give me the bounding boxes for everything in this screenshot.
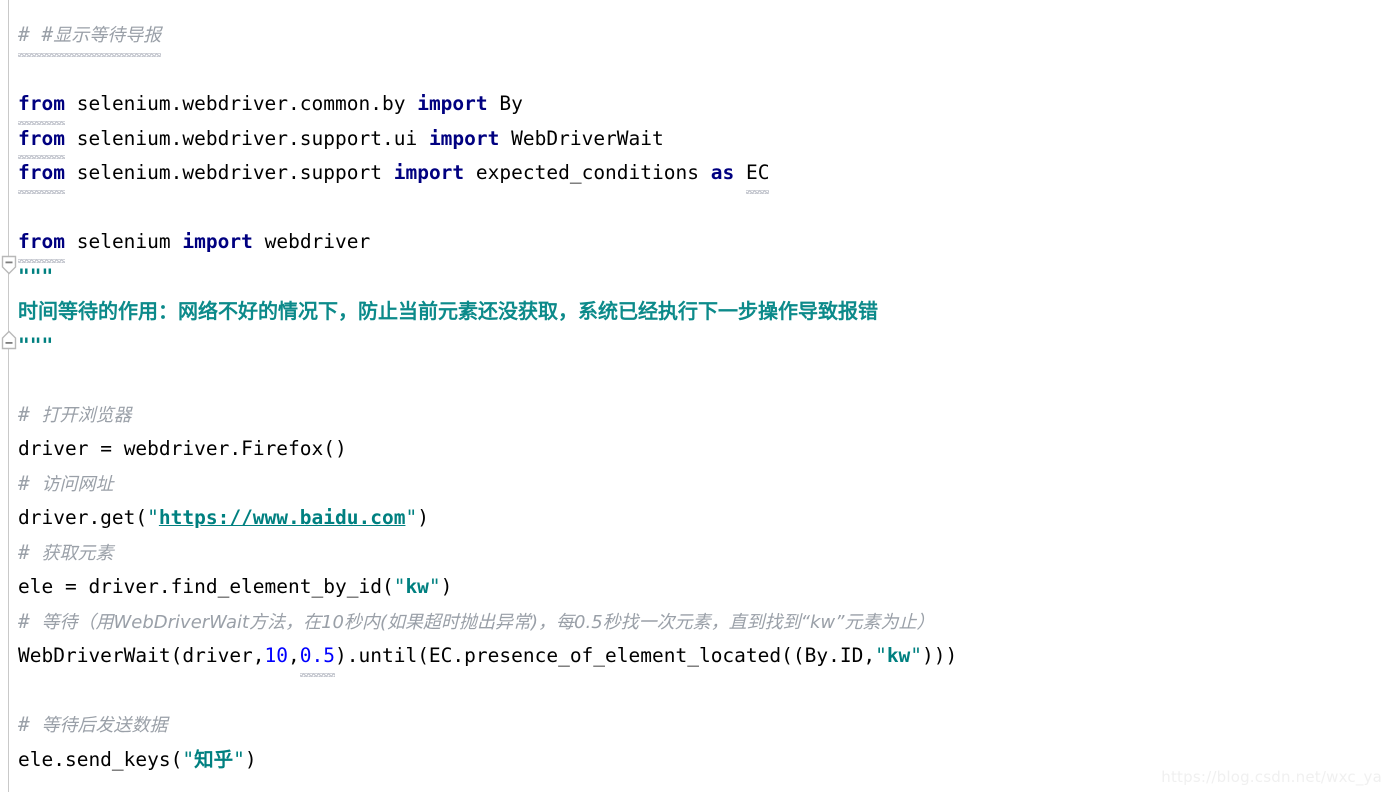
quote-close-url: "	[405, 506, 418, 529]
comment-hash-marks: # #	[18, 23, 54, 46]
number-poll-frequency: 0.5	[299, 644, 336, 667]
string-kw-1: kw	[405, 575, 429, 598]
quote-close-kw-2: "	[910, 644, 923, 667]
imported-name-4: webdriver	[264, 230, 371, 253]
code-line-4[interactable]: from selenium.webdriver.support.ui impor…	[0, 122, 1382, 159]
keyword-from-4: from	[18, 230, 65, 253]
imported-name-2: WebDriverWait	[511, 126, 664, 150]
code-line-6-blank[interactable]	[0, 191, 1382, 226]
module-path-4: selenium	[76, 230, 171, 253]
module-path-2: selenium.webdriver.support.ui	[76, 126, 418, 150]
quote-open-zhihu: "	[182, 747, 195, 771]
keyword-from-3: from	[18, 161, 65, 184]
comment-hash-5: #	[18, 609, 30, 633]
keyword-as: as	[710, 161, 735, 184]
comment-text-line16: 获取元素	[41, 542, 114, 564]
quote-close-kw-1: "	[428, 575, 441, 598]
fold-marker-docstring-end[interactable]	[1, 330, 17, 350]
code-content[interactable]: # #显示等待导报 from selenium.webdriver.common…	[0, 0, 1382, 777]
module-path-1: selenium.webdriver.common.by	[76, 92, 406, 115]
find-element-prefix: ele = driver.find_element_by_id(	[18, 575, 394, 598]
code-line-7[interactable]: from selenium import webdriver	[0, 225, 1382, 262]
driver-get-prefix: driver.get(	[18, 506, 148, 529]
comment-text-line21: 等待后发送数据	[41, 715, 168, 736]
comment-hash-2: #	[18, 402, 30, 426]
keyword-import-3: import	[393, 161, 465, 184]
comment-text-line12: 打开浏览器	[41, 404, 132, 426]
code-line-1[interactable]: # #显示等待导报	[0, 18, 1382, 56]
url-link[interactable]: https://www.baidu.com	[159, 506, 406, 529]
code-line-5[interactable]: from selenium.webdriver.support import e…	[0, 156, 1382, 193]
code-line-17[interactable]: ele = driver.find_element_by_id("kw")	[0, 570, 1382, 605]
code-line-9[interactable]: 时间等待的作用：网络不好的情况下，防止当前元素还没获取，系统已经执行下一步操作导…	[0, 294, 1382, 329]
quote-open-kw-1: "	[393, 575, 406, 598]
code-line-12[interactable]: # 打开浏览器	[0, 398, 1382, 433]
assign-operator: =	[88, 437, 124, 460]
keyword-from-2: from	[18, 126, 65, 150]
code-line-14[interactable]: # 访问网址	[0, 467, 1382, 502]
code-line-8[interactable]: """	[0, 260, 1382, 295]
code-line-21[interactable]: # 等待后发送数据	[0, 708, 1382, 743]
webdriverwait-call-middle: ).until(EC.presence_of_element_located((…	[335, 644, 876, 667]
find-element-suffix: )	[440, 575, 453, 598]
comment-text-line14: 访问网址	[41, 473, 114, 495]
docstring-open-quotes: """	[18, 264, 54, 288]
fold-minus-down-icon	[1, 255, 17, 275]
code-line-11-blank[interactable]	[0, 363, 1382, 398]
code-line-10[interactable]: """	[0, 329, 1382, 364]
imported-name-1: By	[499, 92, 523, 115]
fold-marker-docstring-start[interactable]	[1, 255, 17, 275]
driver-get-suffix: )	[417, 506, 429, 529]
imported-name-3: expected_conditions	[475, 161, 699, 184]
variable-driver: driver	[18, 437, 89, 460]
code-line-3[interactable]: from selenium.webdriver.common.by import…	[0, 87, 1382, 124]
comment-hash-6: #	[18, 713, 30, 736]
send-keys-prefix: ele.send_keys(	[18, 747, 183, 771]
watermark: https://blog.csdn.net/wxc_ya	[1161, 768, 1382, 786]
keyword-import-2: import	[428, 126, 500, 150]
arg-comma: ,	[288, 644, 300, 667]
keyword-from-1: from	[18, 92, 65, 115]
quote-open-url: "	[147, 506, 159, 529]
keyword-import-1: import	[417, 92, 488, 115]
comment-hash-3: #	[18, 471, 30, 495]
code-line-2-blank[interactable]	[0, 53, 1382, 88]
docstring-close-quotes: """	[18, 333, 54, 357]
code-line-19[interactable]: WebDriverWait(driver,10,0.5).until(EC.pr…	[0, 639, 1382, 676]
string-zhihu: 知乎	[194, 747, 234, 771]
code-line-16[interactable]: # 获取元素	[0, 536, 1382, 571]
webdriverwait-call-suffix: )))	[922, 644, 958, 667]
fold-minus-up-icon	[1, 330, 17, 350]
module-path-3: selenium.webdriver.support	[76, 161, 382, 184]
webdriverwait-call-prefix: WebDriverWait(driver,	[18, 644, 265, 667]
comment-hash-4: #	[18, 540, 30, 564]
send-keys-suffix: )	[244, 747, 257, 771]
quote-open-kw-2: "	[875, 644, 887, 667]
string-kw-2: kw	[886, 644, 911, 667]
comment-text-line1: 显示等待导报	[53, 25, 162, 46]
code-editor[interactable]: # #显示等待导报 from selenium.webdriver.common…	[0, 0, 1382, 792]
firefox-call: webdriver.Firefox()	[123, 437, 347, 460]
number-timeout: 10	[264, 644, 289, 667]
docstring-text: 时间等待的作用：网络不好的情况下，防止当前元素还没获取，系统已经执行下一步操作导…	[18, 299, 878, 323]
comment-text-line18: 等待（用WebDriverWait方法，在10秒内(如果超时抛出异常)，每0.5…	[41, 611, 935, 633]
code-line-20-blank[interactable]	[0, 674, 1382, 709]
quote-close-zhihu: "	[233, 747, 245, 771]
alias-ec: EC	[745, 161, 770, 184]
code-line-13[interactable]: driver = webdriver.Firefox()	[0, 432, 1382, 467]
code-line-15[interactable]: driver.get("https://www.baidu.com")	[0, 501, 1382, 536]
keyword-import-4: import	[182, 230, 253, 253]
code-line-18[interactable]: # 等待（用WebDriverWait方法，在10秒内(如果超时抛出异常)，每0…	[0, 605, 1382, 640]
